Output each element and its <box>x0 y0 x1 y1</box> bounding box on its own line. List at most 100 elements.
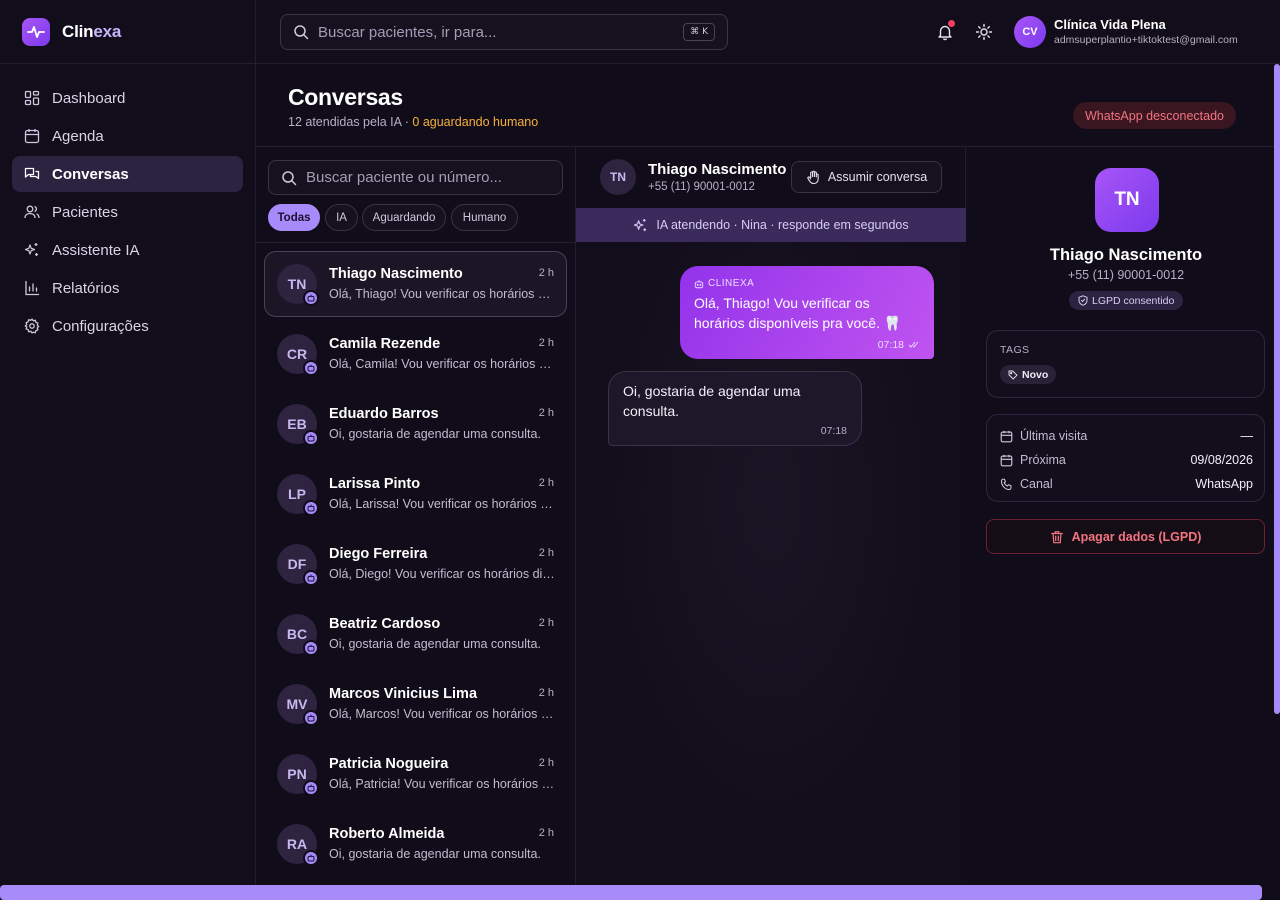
patient-details-card: Última visita — Próxima 09/08/2026 Canal… <box>986 414 1265 502</box>
sidebar-item-pacientes[interactable]: Pacientes <box>12 194 243 230</box>
sidebar-item-relatorios[interactable]: Relatórios <box>12 270 243 306</box>
conversation-item[interactable]: TN Thiago Nascimento 2 h Olá, Thiago! Vou v… <box>264 251 567 317</box>
patient-name: Thiago Nascimento <box>1049 246 1203 264</box>
brand-name: Clinexa <box>62 22 122 41</box>
brand[interactable]: Clinexa <box>0 0 256 64</box>
message-text: Oi, gostaria de agendar uma consulta. <box>623 383 801 419</box>
filter-todas[interactable]: Todas <box>268 204 320 231</box>
vertical-scrollbar[interactable] <box>1274 64 1280 714</box>
conversation-item[interactable]: DF Diego Ferreira 2 h Olá, Diego! Vou verif… <box>264 531 567 597</box>
search-icon <box>294 25 309 40</box>
message-preview: Oi, gostaria de agendar uma consulta. <box>329 637 541 651</box>
message-preview: Olá, Camila! Vou verificar os horários d… <box>329 357 555 371</box>
detail-row-last-visit: Última visita — <box>1000 427 1253 445</box>
tag-chip[interactable]: Novo <box>1000 365 1057 384</box>
divider <box>256 242 576 243</box>
bot-icon <box>694 279 704 288</box>
detail-value: — <box>1240 429 1254 443</box>
patient-avatar: TN <box>1095 168 1159 232</box>
conversation-search[interactable] <box>268 160 563 195</box>
patient-phone: +55 (11) 90001-0012 <box>1067 268 1185 282</box>
shortcut-hint: ⌘ K <box>683 23 715 41</box>
calendar-icon <box>24 129 40 144</box>
tag-icon <box>1008 370 1018 380</box>
bot-icon <box>303 430 319 446</box>
sidebar-item-configuracoes[interactable]: Configurações <box>12 308 243 344</box>
bot-icon <box>303 570 319 586</box>
tags-label: TAGS <box>1000 344 1030 356</box>
contact-name: Larissa Pinto <box>329 476 421 492</box>
grid-icon <box>24 90 40 106</box>
sidebar-item-dashboard[interactable]: Dashboard <box>12 80 243 116</box>
conversation-item[interactable]: EB Eduardo Barros 2 h Oi, gostaria de agend… <box>264 391 567 457</box>
message-meta: 07:18 <box>878 339 920 351</box>
page-subtitle: 12 atendidas pela IA · 0 aguardando huma… <box>288 115 539 129</box>
contact-name: Camila Rezende <box>329 336 441 352</box>
sun-icon[interactable] <box>975 23 993 41</box>
contact-name: Patricia Nogueira <box>329 756 449 772</box>
contact-name: Diego Ferreira <box>329 546 428 562</box>
patient-info-column: TN Thiago Nascimento +55 (11) 90001-0012… <box>966 147 1274 887</box>
phone-icon <box>1000 478 1012 490</box>
bot-icon <box>303 640 319 656</box>
sidebar-item-label: Configurações <box>52 317 149 335</box>
filter-aguardando[interactable]: Aguardando <box>362 204 446 231</box>
whatsapp-status-badge[interactable]: WhatsApp desconectado <box>1073 102 1236 129</box>
conversation-item[interactable]: CR Camila Rezende 2 h Olá, Camila! Vou veri… <box>264 321 567 387</box>
chat-avatar: TN <box>600 159 636 195</box>
message-preview: Olá, Larissa! Vou verificar os horários … <box>329 497 555 511</box>
contact-name: Roberto Almeida <box>329 826 445 842</box>
conversation-item[interactable]: BC Beatriz Cardoso 2 h Oi, gostaria de agen… <box>264 601 567 667</box>
take-over-label: Assumir conversa <box>827 170 928 184</box>
message-preview: Olá, Patricia! Vou verificar os horários… <box>329 777 555 791</box>
sparkles-icon <box>24 243 38 256</box>
topbar: ⌘ K CV Clínica Vida Plena admsuperplanti… <box>256 0 1280 64</box>
contact-name: Thiago Nascimento <box>329 266 463 282</box>
conversation-item[interactable]: MV Marcos Vinicius Lima 2 h Olá, Marcos! Vo… <box>264 671 567 737</box>
horizontal-scrollbar[interactable] <box>0 885 1262 900</box>
detail-row-channel: Canal WhatsApp <box>1000 475 1253 493</box>
conversation-list-column: Todas IA Aguardando Humano TNThiago Nasc… <box>256 147 576 887</box>
message-text: Olá, Thiago! Vou verificar os horários d… <box>694 295 902 331</box>
ia-status-banner: IA atendendo · Nina · responde em segund… <box>576 208 966 242</box>
conversation-item[interactable]: LP Larissa Pinto 2 h Olá, Larissa! Vou veri… <box>264 461 567 527</box>
bot-icon <box>303 850 319 866</box>
conversation-search-input[interactable] <box>306 169 556 186</box>
global-search[interactable]: ⌘ K <box>280 14 728 50</box>
tags-card: TAGS Novo <box>986 330 1265 398</box>
awaiting-human-count: 0 aguardando humano <box>412 115 539 129</box>
incoming-message: Oi, gostaria de agendar uma consulta. 07… <box>608 371 862 446</box>
filter-humano[interactable]: Humano <box>451 204 518 231</box>
user-avatar[interactable]: CV <box>1014 16 1046 48</box>
user-email: admsuperplantio+tiktoktest@gmail.com <box>1054 34 1238 46</box>
sidebar-item-assistente-ia[interactable]: Assistente IA <box>12 232 243 268</box>
message-time: 2 h <box>538 827 554 839</box>
message-time: 2 h <box>538 617 554 629</box>
filter-ia[interactable]: IA <box>325 204 358 231</box>
detail-row-next-visit: Próxima 09/08/2026 <box>1000 451 1253 469</box>
sidebar-item-label: Relatórios <box>52 279 120 297</box>
message-time: 07:18 <box>820 425 847 437</box>
pulse-logo-icon <box>22 18 50 46</box>
detail-value: WhatsApp <box>1195 477 1253 491</box>
message-time: 2 h <box>538 547 554 559</box>
sidebar-item-conversas[interactable]: Conversas <box>12 156 243 192</box>
conversation-item[interactable]: RA Roberto Almeida 2 h Oi, gostaria de agen… <box>264 811 567 877</box>
message-time: 2 h <box>538 757 554 769</box>
conversation-item[interactable]: PN Patricia Nogueira 2 h Olá, Patricia! Vou… <box>264 741 567 807</box>
message-thread[interactable]: CLINEXA Olá, Thiago! Vou verificar os ho… <box>576 242 966 887</box>
message-time: 2 h <box>538 477 554 489</box>
outgoing-message: CLINEXA Olá, Thiago! Vou verificar os ho… <box>680 266 934 359</box>
sidebar-item-label: Conversas <box>52 165 129 183</box>
global-search-input[interactable] <box>318 23 658 41</box>
bot-icon <box>303 360 319 376</box>
sparkles-icon <box>634 218 647 231</box>
chat-contact-name: Thiago Nascimento <box>648 161 787 178</box>
sidebar-item-agenda[interactable]: Agenda <box>12 118 243 154</box>
take-over-button[interactable]: Assumir conversa <box>791 161 942 193</box>
erase-data-button[interactable]: Apagar dados (LGPD) <box>986 519 1265 554</box>
notification-dot <box>948 20 955 27</box>
erase-data-label: Apagar dados (LGPD) <box>1071 529 1202 544</box>
bar-chart-icon <box>25 280 40 296</box>
message-preview: Oi, gostaria de agendar uma consulta. <box>329 847 541 861</box>
